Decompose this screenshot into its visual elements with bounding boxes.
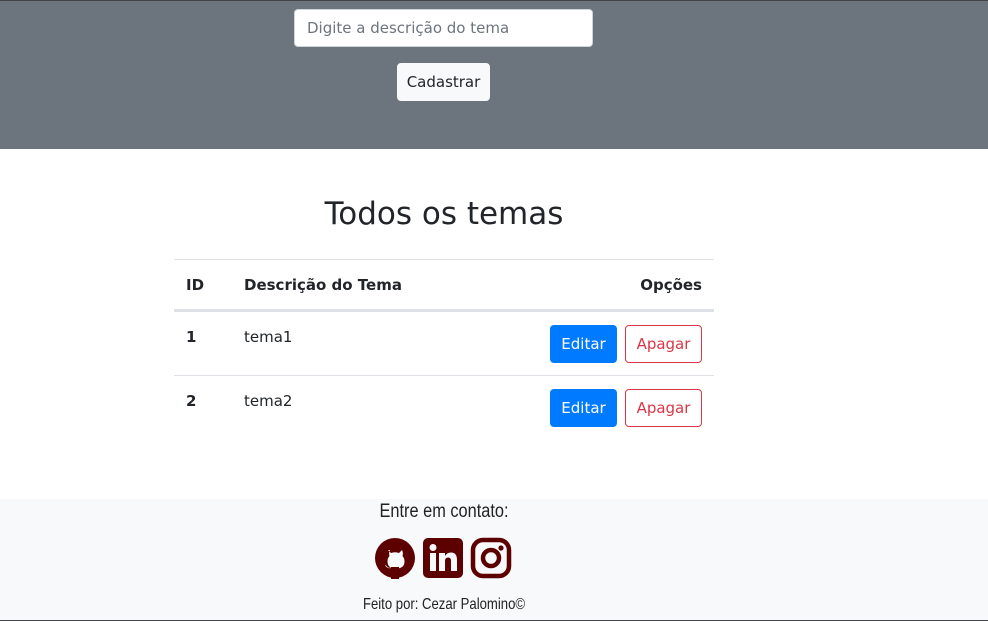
register-button[interactable]: Cadastrar [397, 63, 490, 101]
table-header: ID Descrição do Tema Opções [174, 259, 714, 311]
github-icon[interactable] [374, 537, 416, 579]
theme-form-section: Cadastrar [0, 0, 988, 149]
row-id: 1 [186, 328, 197, 346]
delete-button[interactable]: Apagar [625, 325, 702, 363]
page-title: Todos os temas [324, 196, 564, 232]
themes-table: ID Descrição do Tema Opções 1 tema1 Edit… [174, 259, 714, 439]
social-links [374, 537, 512, 579]
row-id: 2 [186, 392, 197, 410]
theme-description-input[interactable] [294, 9, 593, 47]
header-id: ID [186, 276, 205, 294]
table-row: 1 tema1 Editar Apagar [174, 311, 714, 375]
row-description: tema2 [244, 392, 293, 410]
row-description: tema1 [244, 328, 293, 346]
instagram-icon[interactable] [470, 537, 512, 579]
linkedin-icon[interactable] [422, 537, 464, 579]
footer: Entre em contato: Feito por: Cezar Palom… [0, 499, 988, 621]
edit-button[interactable]: Editar [550, 389, 617, 427]
edit-button[interactable]: Editar [550, 325, 617, 363]
credits: Feito por: Cezar Palomino© [362, 596, 526, 613]
table-row: 2 tema2 Editar Apagar [174, 375, 714, 439]
top-border [0, 0, 988, 1]
header-description: Descrição do Tema [244, 276, 402, 294]
header-options: Opções [640, 276, 702, 294]
contact-title: Entre em contato: [379, 501, 509, 522]
delete-button[interactable]: Apagar [625, 389, 702, 427]
